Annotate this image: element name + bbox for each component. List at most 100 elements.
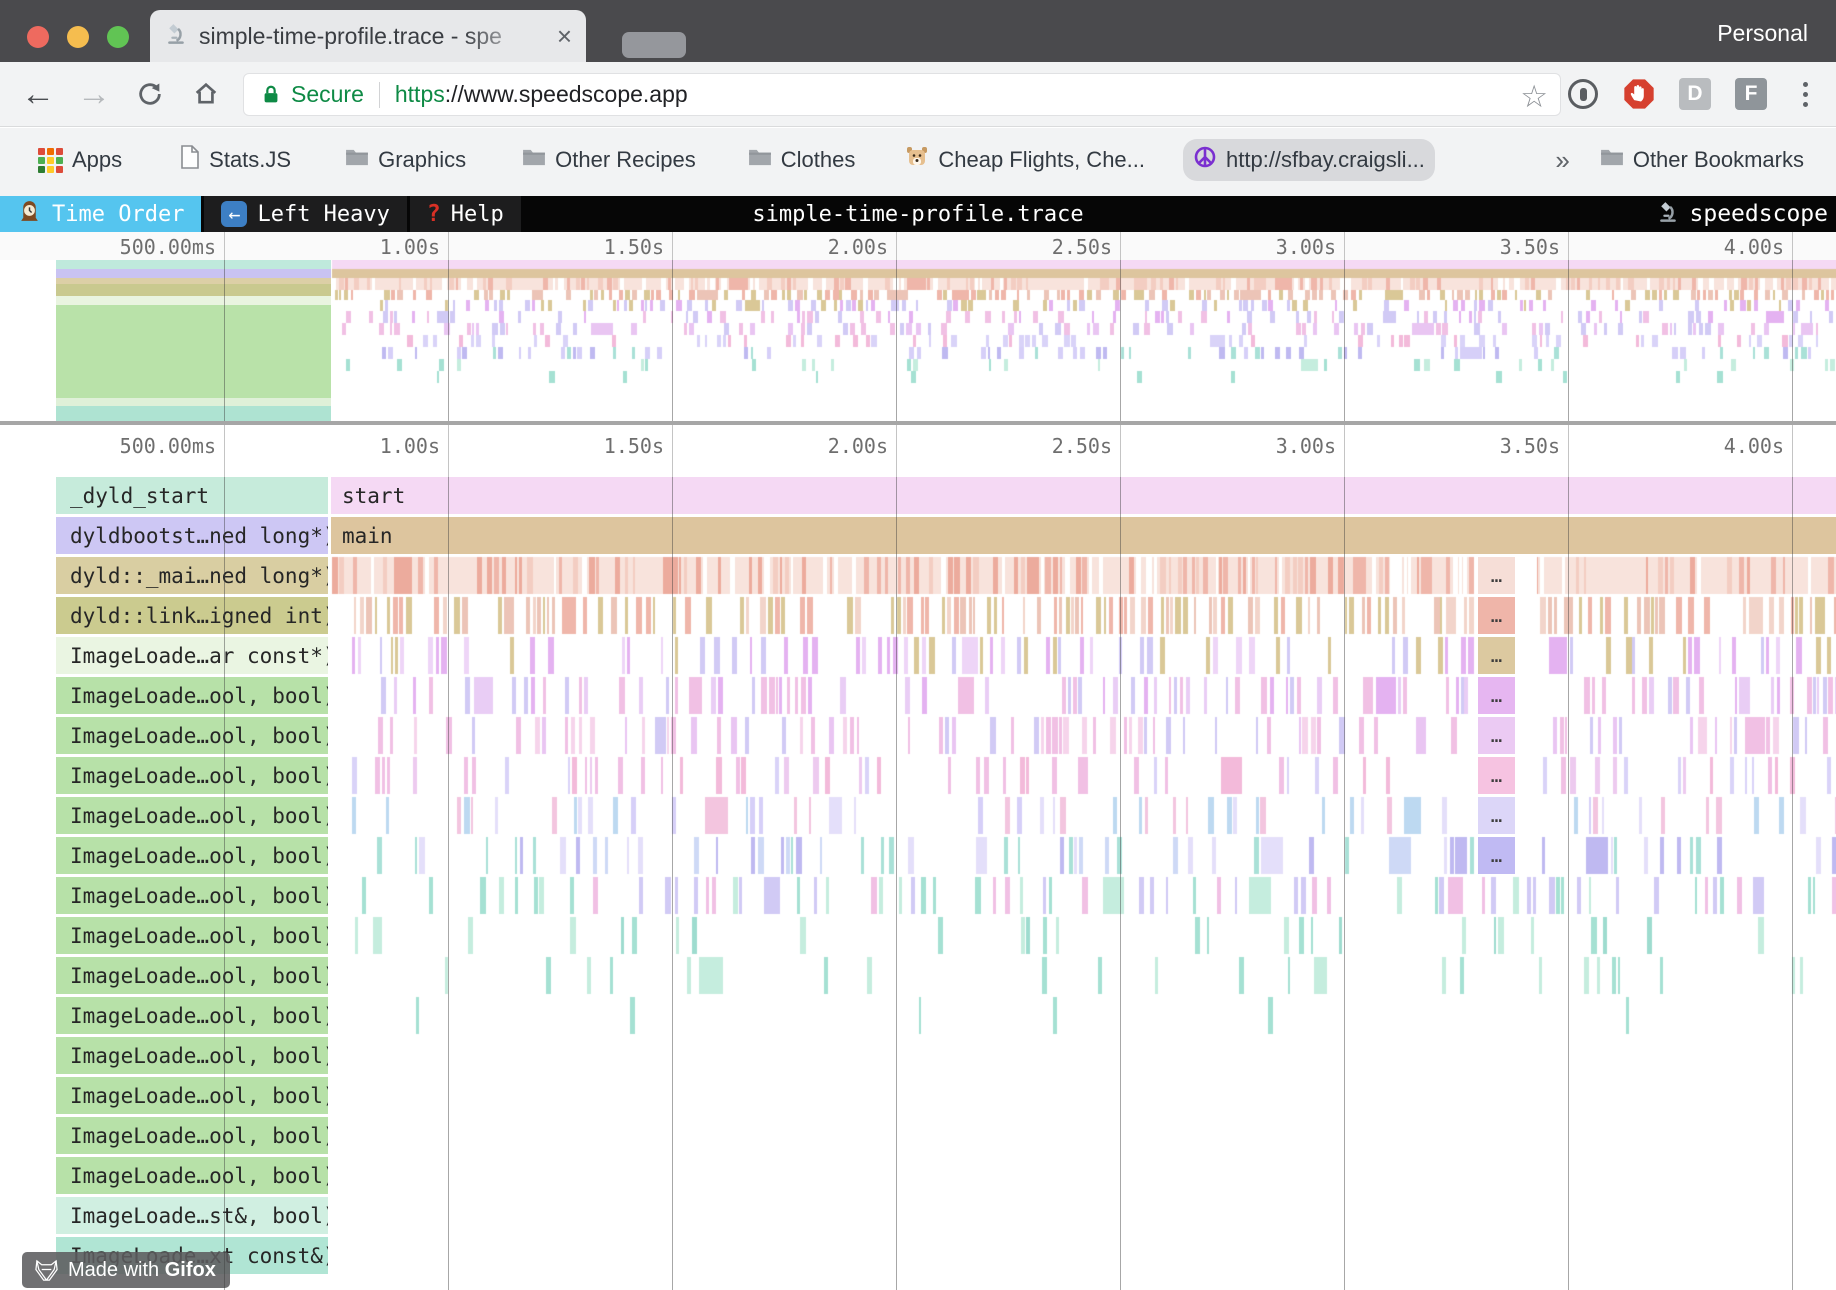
flamegraph-canvas[interactable]	[331, 477, 1836, 1290]
browser-menu-button[interactable]	[1788, 77, 1822, 111]
bookmark-item[interactable]: Graphics	[335, 139, 476, 181]
flame-frame-collapsed[interactable]: …	[1478, 637, 1515, 674]
speedscope-brand[interactable]: speedscope	[1656, 196, 1828, 232]
flame-row-label[interactable]: ImageLoade…ool, bool)	[56, 917, 328, 954]
other-bookmarks-folder[interactable]: Other Bookmarks	[1590, 139, 1814, 181]
flame-frame-collapsed[interactable]: …	[1478, 757, 1515, 794]
tick-label: 3.50s	[1390, 434, 1560, 458]
close-window-button[interactable]	[27, 26, 49, 48]
flame-row-label[interactable]: ImageLoade…ool, bool)	[56, 1077, 328, 1114]
browser-tab[interactable]: simple-time-profile.trace - spe ×	[150, 10, 586, 62]
bookmark-star-icon[interactable]: ☆	[1520, 79, 1548, 115]
flame-frame[interactable]: start	[331, 477, 1836, 514]
gridline	[896, 425, 897, 477]
minimap-band	[56, 406, 331, 421]
gridline	[1792, 232, 1793, 260]
flame-row-label[interactable]: _dyld_start	[56, 477, 328, 514]
bookmark-item[interactable]: Cheap Flights, Che...	[895, 139, 1155, 181]
back-button[interactable]: ←	[20, 76, 56, 112]
gridline	[224, 425, 225, 477]
flame-row-label[interactable]: ImageLoade…ool, bool)	[56, 1037, 328, 1074]
flame-row-label[interactable]: ImageLoade…ool, bool)	[56, 997, 328, 1034]
tick-label: 500.00ms	[46, 434, 216, 458]
tab-time-order[interactable]: Time Order	[0, 196, 201, 232]
gridline	[1120, 260, 1121, 421]
gridline	[672, 425, 673, 477]
gridline	[896, 232, 897, 260]
file-icon	[180, 145, 200, 175]
deer-icon	[905, 145, 929, 175]
tab-stub[interactable]	[622, 32, 686, 58]
flame-row-label[interactable]: ImageLoade…st&, bool)	[56, 1197, 328, 1234]
tick-label: 1.00s	[270, 434, 440, 458]
flame-row-label[interactable]: ImageLoade…ool, bool)	[56, 877, 328, 914]
gridline	[448, 425, 449, 477]
tick-label: 3.00s	[1166, 235, 1336, 259]
minimize-window-button[interactable]	[67, 26, 89, 48]
flame-frame-collapsed[interactable]: …	[1478, 797, 1515, 834]
minimap-canvas[interactable]	[331, 260, 1836, 421]
flame-row-label[interactable]: dyld::link…igned int)	[56, 597, 328, 634]
zoom-window-button[interactable]	[107, 26, 129, 48]
folder-icon	[748, 147, 772, 173]
flame-row-label[interactable]: ImageLoade…ool, bool)	[56, 837, 328, 874]
stop-hand-icon	[1623, 78, 1655, 110]
gifox-watermark: Made with Gifox	[22, 1252, 230, 1288]
flame-row-label[interactable]: ImageLoade…ool, bool)	[56, 797, 328, 834]
fox-icon	[34, 1258, 59, 1283]
flame-row-label[interactable]: ImageLoade…ool, bool)	[56, 757, 328, 794]
lock-icon	[260, 84, 282, 106]
flame-frame[interactable]: main	[331, 517, 1836, 554]
close-tab-icon[interactable]: ×	[557, 23, 572, 49]
bookmark-item[interactable]: Clothes	[738, 139, 866, 181]
tick-label: 4.00s	[1614, 434, 1784, 458]
flame-frame-collapsed[interactable]: …	[1478, 677, 1515, 714]
gridline	[1568, 477, 1569, 1290]
flame-row-label[interactable]: dyldbootst…ned long*)	[56, 517, 328, 554]
password-extension-icon[interactable]	[1566, 77, 1600, 111]
bookmark-item[interactable]: http://sfbay.craigsli...	[1183, 139, 1435, 181]
microscope-favicon-icon	[164, 21, 189, 51]
forward-button[interactable]: →	[76, 76, 112, 112]
bookmark-label: Graphics	[378, 147, 466, 173]
question-icon: ?	[427, 201, 441, 227]
gridline	[448, 477, 449, 1290]
bookmarks-overflow-chevron[interactable]: »	[1555, 145, 1589, 176]
gridline	[1568, 425, 1569, 477]
flame-row-label[interactable]: dyld::_mai…ned long*)	[56, 557, 328, 594]
extension-f-icon[interactable]: F	[1734, 77, 1768, 111]
profile-title: simple-time-profile.trace	[752, 196, 1083, 232]
bookmark-item[interactable]: Apps	[28, 139, 132, 181]
gridline	[1344, 425, 1345, 477]
minimap-band	[56, 398, 331, 406]
flame-row-label[interactable]: ImageLoade…ool, bool)	[56, 1157, 328, 1194]
flame-frame-collapsed[interactable]: …	[1478, 717, 1515, 754]
flame-row-label[interactable]: ImageLoade…ool, bool)	[56, 677, 328, 714]
adblock-extension-icon[interactable]	[1622, 77, 1656, 111]
flame-row-label[interactable]: ImageLoade…ool, bool)	[56, 1117, 328, 1154]
gridline	[224, 260, 225, 421]
tick-label: 2.00s	[718, 434, 888, 458]
flamegraph-minimap[interactable]	[0, 260, 1836, 421]
tab-left-heavy[interactable]: ← Left Heavy	[204, 196, 406, 232]
gridline	[1120, 425, 1121, 477]
flamegraph-main[interactable]: _dyld_startstartdyldbootst…ned long*)mai…	[0, 477, 1836, 1290]
gridline	[672, 260, 673, 421]
flame-row-label[interactable]: ImageLoade…ool, bool)	[56, 957, 328, 994]
extension-d-icon[interactable]: D	[1678, 77, 1712, 111]
flame-row-label[interactable]: ImageLoade…ar const*)	[56, 637, 328, 674]
gridline	[1792, 425, 1793, 477]
tab-help[interactable]: ? Help	[410, 196, 521, 232]
flame-frame-collapsed[interactable]: …	[1478, 597, 1515, 634]
bookmark-label: Cheap Flights, Che...	[938, 147, 1145, 173]
flame-row-label[interactable]: ImageLoade…ool, bool)	[56, 717, 328, 754]
brand-label: speedscope	[1690, 201, 1828, 227]
reload-button[interactable]	[132, 76, 168, 112]
bookmark-item[interactable]: Other Recipes	[512, 139, 706, 181]
address-bar[interactable]: Secure https://www.speedscope.app ☆	[243, 73, 1561, 116]
bookmark-item[interactable]: Stats.JS	[170, 139, 301, 181]
home-button[interactable]	[188, 76, 224, 112]
minimap-time-axis: 500.00ms1.00s1.50s2.00s2.50s3.00s3.50s4.…	[0, 232, 1836, 260]
flame-frame-collapsed[interactable]: …	[1478, 837, 1515, 874]
flame-frame-collapsed[interactable]: …	[1478, 557, 1515, 594]
